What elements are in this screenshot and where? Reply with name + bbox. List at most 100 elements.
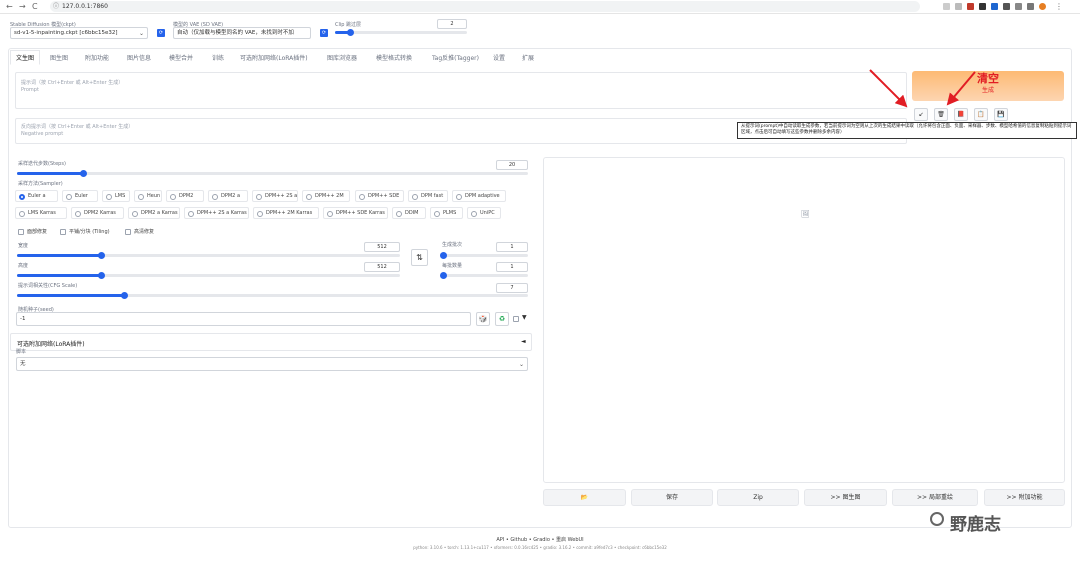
batch-count-slider[interactable] bbox=[440, 252, 528, 259]
width-input[interactable]: 512 bbox=[364, 242, 400, 252]
model-select[interactable]: sd-v1-5-inpainting.ckpt [c6bbc15e32] ⌄ bbox=[10, 27, 148, 39]
swap-dimensions-button[interactable]: ⇅ bbox=[411, 249, 428, 266]
option-checkbox[interactable]: 高清修复 bbox=[125, 229, 154, 236]
extra-toggle-icon[interactable]: ▼ bbox=[522, 314, 527, 321]
save-button[interactable]: 保存 bbox=[631, 489, 713, 506]
sampler-option[interactable]: PLMS bbox=[430, 207, 463, 219]
tab-5[interactable]: 模型合并 bbox=[169, 53, 193, 62]
sampler-option-label: DPM fast bbox=[421, 193, 444, 199]
tab-11[interactable]: 设置 bbox=[493, 53, 505, 62]
refresh-models-button[interactable]: ⟳ bbox=[157, 29, 165, 37]
open-folder-button[interactable]: 📂 bbox=[543, 489, 626, 506]
prompt-textarea[interactable]: 提示词（按 Ctrl+Enter 或 Alt+Enter 生成） Prompt bbox=[15, 72, 907, 109]
random-seed-button[interactable]: 🎲 bbox=[476, 312, 490, 326]
radio-icon bbox=[66, 194, 72, 200]
star-icon[interactable] bbox=[955, 3, 962, 10]
send-to-img2img-button[interactable]: >> 图生图 bbox=[804, 489, 887, 506]
tab-8[interactable]: 图库浏览器 bbox=[327, 53, 357, 62]
extra-seed-checkbox[interactable] bbox=[513, 316, 519, 322]
sampler-option[interactable]: DPM++ 2M Karras bbox=[253, 207, 319, 219]
radio-icon bbox=[256, 194, 262, 200]
batch-count-input[interactable]: 1 bbox=[496, 242, 528, 252]
footer-links[interactable]: API • Github • Gradio • 重启 WebUI bbox=[0, 536, 1080, 543]
batch-size-slider[interactable] bbox=[440, 272, 528, 279]
sampler-option[interactable]: DPM++ SDE Karras bbox=[323, 207, 388, 219]
sampler-option[interactable]: LMS Karras bbox=[15, 207, 67, 219]
sampler-option[interactable]: Euler a bbox=[15, 190, 58, 202]
sampler-option[interactable]: DPM fast bbox=[408, 190, 448, 202]
tab-6[interactable]: 训练 bbox=[212, 53, 224, 62]
option-checkbox-label: 平铺/分块 (Tiling) bbox=[69, 229, 110, 235]
clear-prompt-button[interactable]: 🗑 bbox=[934, 108, 948, 121]
cfg-slider[interactable] bbox=[17, 292, 528, 299]
sampler-option[interactable]: DPM2 Karras bbox=[71, 207, 124, 219]
refresh-vae-button[interactable]: ⟳ bbox=[320, 29, 328, 37]
extension-icon[interactable] bbox=[979, 3, 986, 10]
steps-slider[interactable] bbox=[17, 170, 528, 177]
batch-size-input[interactable]: 1 bbox=[496, 262, 528, 272]
chevron-down-icon: ⌄ bbox=[138, 30, 144, 37]
cfg-input[interactable]: 7 bbox=[496, 283, 528, 293]
tab-9[interactable]: 模型格式转换 bbox=[376, 53, 412, 62]
avatar[interactable] bbox=[1039, 3, 1046, 10]
puzzle-icon[interactable] bbox=[1003, 3, 1010, 10]
sampler-option[interactable]: UniPC bbox=[467, 207, 501, 219]
read-params-button[interactable]: ↙ bbox=[914, 108, 928, 121]
send-to-inpaint-button[interactable]: >> 局部重绘 bbox=[892, 489, 978, 506]
option-checkbox[interactable]: 平铺/分块 (Tiling) bbox=[60, 229, 110, 236]
sampler-option[interactable]: DDIM bbox=[392, 207, 426, 219]
sampler-option[interactable]: LMS bbox=[102, 190, 130, 202]
option-checkbox-label: 高清修复 bbox=[134, 229, 155, 235]
tab-12[interactable]: 扩展 bbox=[522, 53, 534, 62]
tab-7[interactable]: 可选附加网络(LoRA插件) bbox=[240, 53, 308, 62]
radio-icon bbox=[456, 194, 462, 200]
share-icon[interactable] bbox=[943, 3, 950, 10]
script-select[interactable]: 无 ⌄ bbox=[16, 357, 528, 371]
height-slider[interactable] bbox=[17, 272, 400, 279]
tab-3[interactable]: 附加功能 bbox=[85, 53, 109, 62]
trash-icon: 🗑 bbox=[937, 111, 945, 118]
sampler-option[interactable]: DPM2 bbox=[166, 190, 204, 202]
forward-icon[interactable]: → bbox=[19, 2, 26, 12]
apply-style-button[interactable]: 📋 bbox=[974, 108, 988, 121]
extension-icon[interactable] bbox=[991, 3, 998, 10]
tab-1[interactable]: 文生图 bbox=[10, 50, 41, 65]
extension-icon[interactable] bbox=[967, 3, 974, 10]
sampler-option-label: DPM2 a Karras bbox=[141, 210, 178, 216]
save-style-button[interactable]: 💾 bbox=[994, 108, 1008, 121]
steps-label: 采样迭代步数(Steps) bbox=[18, 161, 66, 167]
zip-button[interactable]: Zip bbox=[717, 489, 799, 506]
clip-skip-slider[interactable] bbox=[335, 29, 467, 36]
address-bar[interactable]: ⓘ 127.0.0.1:7860 bbox=[50, 1, 920, 12]
vae-select[interactable]: 自动（仅加载与模型同名的 VAE，未找到时不加 bbox=[173, 27, 311, 39]
script-select-value: 无 bbox=[20, 361, 26, 367]
media-icon[interactable] bbox=[1015, 3, 1022, 10]
steps-input[interactable]: 20 bbox=[496, 160, 528, 170]
width-slider[interactable] bbox=[17, 252, 400, 259]
height-input[interactable]: 512 bbox=[364, 262, 400, 272]
clip-skip-input[interactable]: 2 bbox=[437, 19, 467, 29]
lora-accordion[interactable]: 可选附加网络(LoRA插件) ◄ bbox=[10, 333, 532, 351]
sampler-option[interactable]: DPM2 a bbox=[208, 190, 248, 202]
sampler-option[interactable]: DPM++ 2S a bbox=[252, 190, 298, 202]
seed-input[interactable]: -1 bbox=[16, 312, 471, 326]
tab-2[interactable]: 图生图 bbox=[50, 53, 68, 62]
sampler-option[interactable]: DPM++ 2M bbox=[302, 190, 350, 202]
tab-4[interactable]: 图片信息 bbox=[127, 53, 151, 62]
sidepanel-icon[interactable] bbox=[1027, 3, 1034, 10]
tab-10[interactable]: Tag反推(Tagger) bbox=[432, 53, 479, 62]
sampler-option[interactable]: Heun bbox=[134, 190, 162, 202]
option-checkbox[interactable]: 面部修复 bbox=[18, 229, 47, 236]
reload-icon[interactable]: C bbox=[32, 2, 38, 12]
sampler-option[interactable]: DPM2 a Karras bbox=[128, 207, 180, 219]
sampler-option[interactable]: DPM adaptive bbox=[452, 190, 506, 202]
back-icon[interactable]: ← bbox=[6, 2, 13, 12]
sampler-option[interactable]: DPM++ SDE bbox=[355, 190, 404, 202]
sampler-option[interactable]: DPM++ 2S a Karras bbox=[184, 207, 249, 219]
menu-icon[interactable]: ⋮ bbox=[1055, 2, 1063, 12]
extra-networks-button[interactable]: 📕 bbox=[954, 108, 968, 121]
output-gallery: 🖼 bbox=[543, 157, 1065, 483]
reuse-seed-button[interactable]: ♻ bbox=[495, 312, 509, 326]
sampler-option[interactable]: Euler bbox=[62, 190, 98, 202]
send-to-extras-button[interactable]: >> 附加功能 bbox=[984, 489, 1065, 506]
